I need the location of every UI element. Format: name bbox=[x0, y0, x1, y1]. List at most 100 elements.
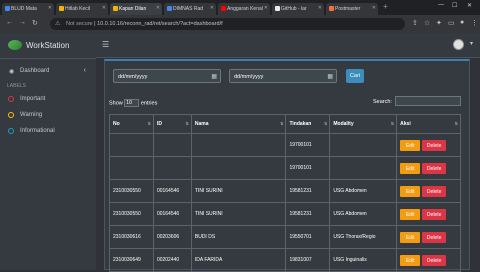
circle-icon bbox=[8, 112, 14, 118]
column-header-id[interactable]: ID ⇅ bbox=[152, 114, 192, 134]
date-to-field[interactable]: dd/mm/yyyy ▦ bbox=[229, 69, 337, 83]
top-navbar: ☰ ▾ bbox=[96, 33, 480, 58]
favicon-icon bbox=[5, 6, 10, 11]
delete-button[interactable]: Delete bbox=[422, 185, 447, 197]
labels-header: LABELS bbox=[7, 83, 26, 89]
sidebar-item-dashboard[interactable]: ◉ Dashboard ‹ bbox=[0, 63, 96, 79]
column-header-nama[interactable]: Nama ⇅ bbox=[190, 114, 287, 134]
hamburger-menu-icon[interactable]: ☰ bbox=[102, 40, 109, 49]
column-header-aksi[interactable]: Aksi ⇅ bbox=[396, 114, 461, 134]
app-root: WorkStation ◉ Dashboard ‹ LABELS Importa… bbox=[0, 33, 480, 272]
new-tab-icon[interactable]: + bbox=[383, 2, 388, 11]
edit-button[interactable]: Edit bbox=[400, 208, 421, 220]
brand-logo-icon bbox=[8, 40, 22, 50]
close-tab-icon[interactable]: ✕ bbox=[48, 5, 52, 11]
search-button[interactable]: Cari bbox=[346, 69, 364, 83]
sidebar-label-informational[interactable]: Informational bbox=[0, 123, 96, 139]
search-input[interactable] bbox=[395, 96, 461, 106]
calendar-icon[interactable]: ▦ bbox=[327, 73, 333, 80]
warning-icon: ⚠ bbox=[55, 21, 61, 27]
delete-button[interactable]: Delete bbox=[422, 231, 447, 243]
browser-tab-bar: BLUD Mata ✕ Hitlab Kecil ✕ Kapan Dilan ✕ DI… bbox=[0, 0, 480, 15]
data-table: No ⇅ ID ⇅ Nama ⇅ Tindakan ⇅ Modality ⇅ Aksi ⇅ … bbox=[109, 114, 461, 272]
favicon-icon bbox=[221, 6, 226, 11]
date-from-field[interactable]: dd/mm/yyyy ▦ bbox=[113, 69, 221, 83]
close-tab-icon[interactable]: ✕ bbox=[372, 5, 376, 11]
sort-icon: ⇅ bbox=[390, 121, 395, 126]
browser-tab[interactable]: Anggaran Kenal ✕ bbox=[218, 3, 270, 15]
circle-icon bbox=[8, 128, 14, 134]
sort-icon: ⇅ bbox=[280, 121, 284, 126]
sidebar-label-warning[interactable]: Warning bbox=[0, 107, 96, 123]
close-tab-icon[interactable]: ✕ bbox=[318, 5, 322, 11]
favicon-icon bbox=[167, 6, 172, 11]
table-row: 2310030616 00203606 BUDI DS 19550701 USG… bbox=[109, 225, 461, 249]
table-row: 2310030550 00164546 TINI SURINI 19581231… bbox=[109, 202, 461, 226]
back-icon[interactable]: ← bbox=[6, 19, 13, 26]
edit-button[interactable]: Edit bbox=[400, 254, 421, 266]
chevron-down-icon[interactable]: ▾ bbox=[470, 40, 473, 47]
dashboard-icon: ◉ bbox=[9, 69, 15, 75]
browser-tab[interactable]: BLUD Mata ✕ bbox=[2, 3, 54, 15]
avatar[interactable] bbox=[453, 39, 464, 50]
favicon-icon bbox=[275, 6, 280, 11]
chevron-left-icon: ‹ bbox=[83, 67, 86, 74]
table-header-row: No ⇅ ID ⇅ Nama ⇅ Tindakan ⇅ Modality ⇅ Aksi ⇅ bbox=[109, 114, 461, 134]
entries-select[interactable]: 10 bbox=[124, 99, 140, 107]
table-row: 2310030550 00164546 TINI SURINI 19581231… bbox=[109, 179, 461, 203]
favicon-icon bbox=[113, 6, 118, 11]
column-header-modality[interactable]: Modality ⇅ bbox=[329, 114, 398, 134]
table-row: 19700101 Edit Delete bbox=[109, 156, 461, 180]
close-tab-icon[interactable]: ✕ bbox=[156, 5, 160, 11]
delete-button[interactable]: Delete bbox=[422, 208, 447, 220]
favicon-icon bbox=[59, 6, 64, 11]
close-tab-icon[interactable]: ✕ bbox=[210, 5, 214, 11]
sidebar: WorkStation ◉ Dashboard ‹ LABELS Importa… bbox=[0, 33, 96, 270]
browser-toolbar: ← → ↻ ⚠ Not secure | 10.0.10.16/reconn_r… bbox=[0, 15, 480, 33]
extensions-icon[interactable]: ✦ bbox=[436, 19, 442, 27]
sort-icon: ⇅ bbox=[454, 121, 458, 126]
delete-button[interactable]: Delete bbox=[422, 162, 447, 174]
address-bar[interactable]: ⚠ Not secure | 10.0.10.16/reconn_rad/ret… bbox=[50, 18, 405, 30]
not-secure-label: Not secure bbox=[66, 21, 93, 27]
profile-icon[interactable]: ● bbox=[460, 19, 464, 26]
close-tab-icon[interactable]: ✕ bbox=[102, 5, 106, 11]
table-row: 19700101 Edit Delete bbox=[109, 133, 461, 157]
close-tab-icon[interactable]: ✕ bbox=[264, 5, 268, 11]
reload-icon[interactable]: ↻ bbox=[32, 19, 38, 27]
brand-name: WorkStation bbox=[26, 41, 70, 50]
brand[interactable]: WorkStation bbox=[0, 33, 96, 59]
browser-tab-active[interactable]: Kapan Dilan ✕ bbox=[110, 3, 162, 15]
edit-button[interactable]: Edit bbox=[400, 162, 421, 174]
delete-button[interactable]: Delete bbox=[422, 139, 447, 151]
table-row: 2310030649 00202440 IDA FARIDA 19831007 … bbox=[109, 248, 461, 272]
url-text: 10.0.10.16/reconn_rad/ret/search/?act=da… bbox=[97, 21, 223, 27]
circle-icon bbox=[8, 96, 14, 102]
sidebar-label-important[interactable]: Important bbox=[0, 91, 96, 107]
forward-icon[interactable]: → bbox=[19, 19, 26, 26]
search-label: Search: bbox=[373, 99, 392, 105]
close-window-icon[interactable]: ✕ bbox=[467, 2, 472, 9]
edit-button[interactable]: Edit bbox=[400, 185, 421, 197]
minimize-icon[interactable]: — bbox=[438, 2, 444, 8]
star-icon[interactable]: ☆ bbox=[424, 19, 430, 27]
browser-tab[interactable]: GitHub - lar ✕ bbox=[272, 3, 324, 15]
sort-icon: ⇅ bbox=[147, 121, 151, 126]
column-header-no[interactable]: No ⇅ bbox=[109, 114, 154, 134]
sort-icon: ⇅ bbox=[323, 121, 328, 126]
show-entries: Show 10 entries bbox=[109, 99, 158, 107]
browser-tab[interactable]: DIMNAS Rad ✕ bbox=[164, 3, 216, 15]
menu-icon[interactable]: ⋮ bbox=[471, 19, 478, 27]
calendar-icon[interactable]: ▦ bbox=[211, 73, 217, 80]
edit-button[interactable]: Edit bbox=[400, 139, 421, 151]
browser-tab[interactable]: Hitlab Kecil ✕ bbox=[56, 3, 108, 15]
sidebar-item-label: Dashboard bbox=[20, 68, 50, 74]
browser-tab[interactable]: Postmaster ✕ bbox=[326, 3, 378, 15]
sort-icon: ⇅ bbox=[185, 121, 189, 126]
maximize-icon[interactable]: ☐ bbox=[452, 2, 457, 9]
edit-button[interactable]: Edit bbox=[400, 231, 421, 243]
delete-button[interactable]: Delete bbox=[422, 254, 447, 266]
share-icon[interactable]: ⇪ bbox=[412, 19, 418, 27]
column-header-tindakan[interactable]: Tindakan ⇅ bbox=[285, 114, 331, 134]
sidebar-toggle-icon[interactable]: ▭ bbox=[448, 19, 455, 27]
